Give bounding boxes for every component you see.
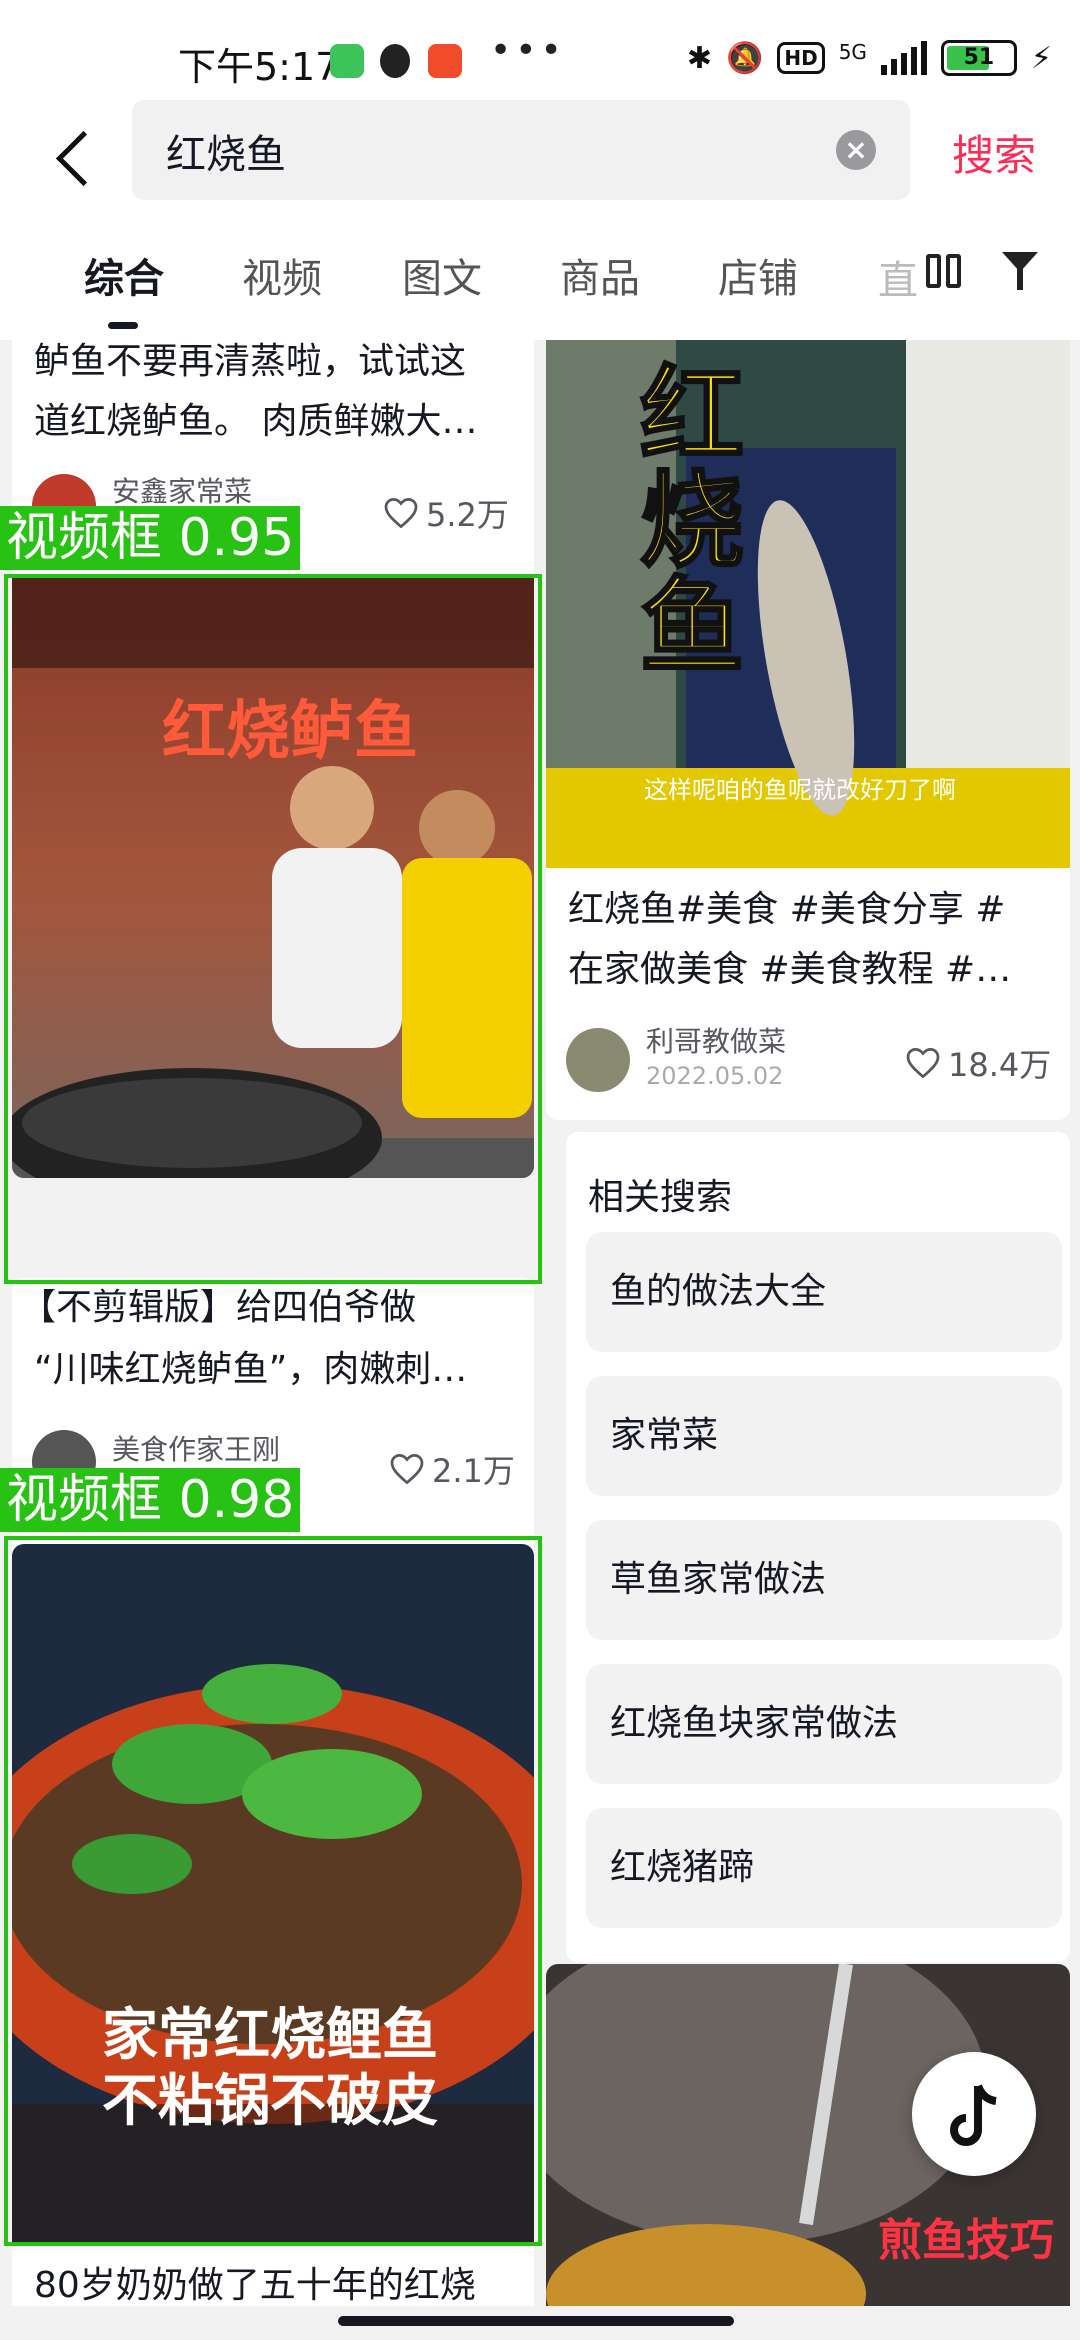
card-title-line1: 【不剪辑版】给四伯爷做 (20, 1287, 417, 1328)
card-title-line2: “川味红烧鲈鱼”，肉嫩刺… (34, 1349, 468, 1390)
hd-icon: HD (777, 42, 825, 74)
card-author[interactable]: 安鑫家常菜 (112, 470, 252, 510)
tiktok-floating-button[interactable] (912, 2052, 1036, 2176)
like-count[interactable]: 5.2万 (384, 490, 509, 536)
results-feed[interactable]: 鲈鱼不要再清蒸啦，试试这 道红烧鲈鱼。 肉质鲜嫩大… 安鑫家常菜 5.2万 红烧… (0, 340, 1080, 2306)
bluetooth-icon: ✱ (686, 40, 712, 76)
status-bar: 下午5:17 ••• ✱ 🔕 HD 5G 51 ⚡ (0, 0, 1080, 100)
tab-image-text[interactable]: 图文 (402, 246, 482, 304)
tiktok-icon (950, 2084, 997, 2146)
result-card-right-1[interactable]: 红烧鱼#美食 #美食分享 # 在家做美食 #美食教程 #… 利哥教做菜 2022… (546, 340, 1070, 1120)
active-tab-indicator (108, 322, 138, 329)
search-button[interactable]: 搜索 (952, 122, 1036, 183)
related-search-item[interactable]: 家常菜 (586, 1376, 1062, 1496)
network-type: 5G (838, 40, 867, 64)
like-count[interactable]: 18.4万 (906, 1040, 1051, 1086)
card-author[interactable]: 美食作家王刚 (112, 1428, 280, 1468)
thumbnail-overlay-char3: 鱼 (638, 565, 745, 690)
back-button[interactable] (52, 125, 102, 195)
mute-icon: 🔕 (725, 40, 764, 76)
heart-icon (384, 497, 418, 529)
qq-app-icon (380, 44, 410, 78)
tab-overall[interactable]: 综合 (84, 246, 164, 304)
heart-icon (390, 1453, 424, 1485)
tab-products[interactable]: 商品 (560, 246, 640, 304)
card-title-line1: 鲈鱼不要再清蒸啦，试试这 (34, 341, 467, 382)
home-indicator[interactable] (338, 2316, 734, 2326)
58-app-icon (428, 44, 462, 78)
thumbnail-overlay-text: 煎鱼技巧 (878, 2215, 1054, 2266)
card-title-line1: 80岁奶奶做了五十年的红烧 (34, 2265, 476, 2306)
like-count-text: 18.4万 (948, 1046, 1052, 1084)
card-title-line2: 在家做美食 #美食教程 #… (568, 949, 1012, 990)
search-header: 红烧鱼 × 搜索 (0, 100, 1080, 220)
card-title-line2: 道红烧鲈鱼。 肉质鲜嫩大… (34, 401, 478, 442)
status-indicators: ✱ 🔕 HD 5G 51 ⚡ (687, 40, 1052, 76)
related-searches-title: 相关搜索 (588, 1177, 733, 1218)
battery-level: 51 (963, 45, 995, 70)
thumbnail-caption: 这样呢咱的鱼呢就改好刀了啊 (644, 776, 956, 804)
related-search-item[interactable]: 红烧鱼块家常做法 (586, 1664, 1062, 1784)
battery-icon: 51 (940, 40, 1017, 76)
detection-box-2 (4, 1536, 542, 2246)
search-input[interactable]: 红烧鱼 (166, 122, 766, 180)
tab-stores[interactable]: 店铺 (718, 246, 798, 304)
like-count-text: 5.2万 (426, 496, 509, 534)
detection-label-2: 视频框 0.98 (0, 1468, 301, 1532)
related-searches: 相关搜索 鱼的做法大全 家常菜 草鱼家常做法 红烧鱼块家常做法 红烧猪蹄 (566, 1132, 1070, 1962)
card-author[interactable]: 利哥教做菜 (646, 1020, 786, 1060)
avatar[interactable] (566, 1028, 630, 1092)
tab-video[interactable]: 视频 (242, 246, 322, 304)
card-date: 2022.05.02 (646, 1062, 784, 1090)
related-search-item[interactable]: 鱼的做法大全 (586, 1232, 1062, 1352)
clear-icon[interactable]: × (836, 130, 876, 170)
signal-icon (880, 41, 927, 75)
card-title-line1: 红烧鱼#美食 #美食分享 # (568, 889, 1006, 930)
related-search-item[interactable]: 红烧猪蹄 (586, 1808, 1062, 1928)
related-search-item[interactable]: 草鱼家常做法 (586, 1520, 1062, 1640)
search-box[interactable]: 红烧鱼 × (132, 100, 910, 200)
layout-toggle-icon[interactable] (926, 254, 964, 292)
like-count[interactable]: 2.1万 (390, 1446, 515, 1492)
detection-box-1 (4, 574, 542, 1284)
system-nav-bar (0, 2306, 1080, 2340)
more-notifications-icon: ••• (490, 30, 566, 71)
filter-icon[interactable] (1002, 252, 1042, 294)
status-time: 下午5:17 (178, 45, 340, 89)
tab-live-partial[interactable]: 直 (878, 248, 918, 306)
wechat-app-icon (330, 44, 364, 78)
charging-icon: ⚡ (1030, 40, 1052, 76)
like-count-text: 2.1万 (432, 1452, 515, 1490)
detection-label-1: 视频框 0.95 (0, 506, 301, 570)
tab-bar: 综合 视频 图文 商品 店铺 直 (0, 220, 1080, 340)
heart-icon (906, 1047, 940, 1079)
